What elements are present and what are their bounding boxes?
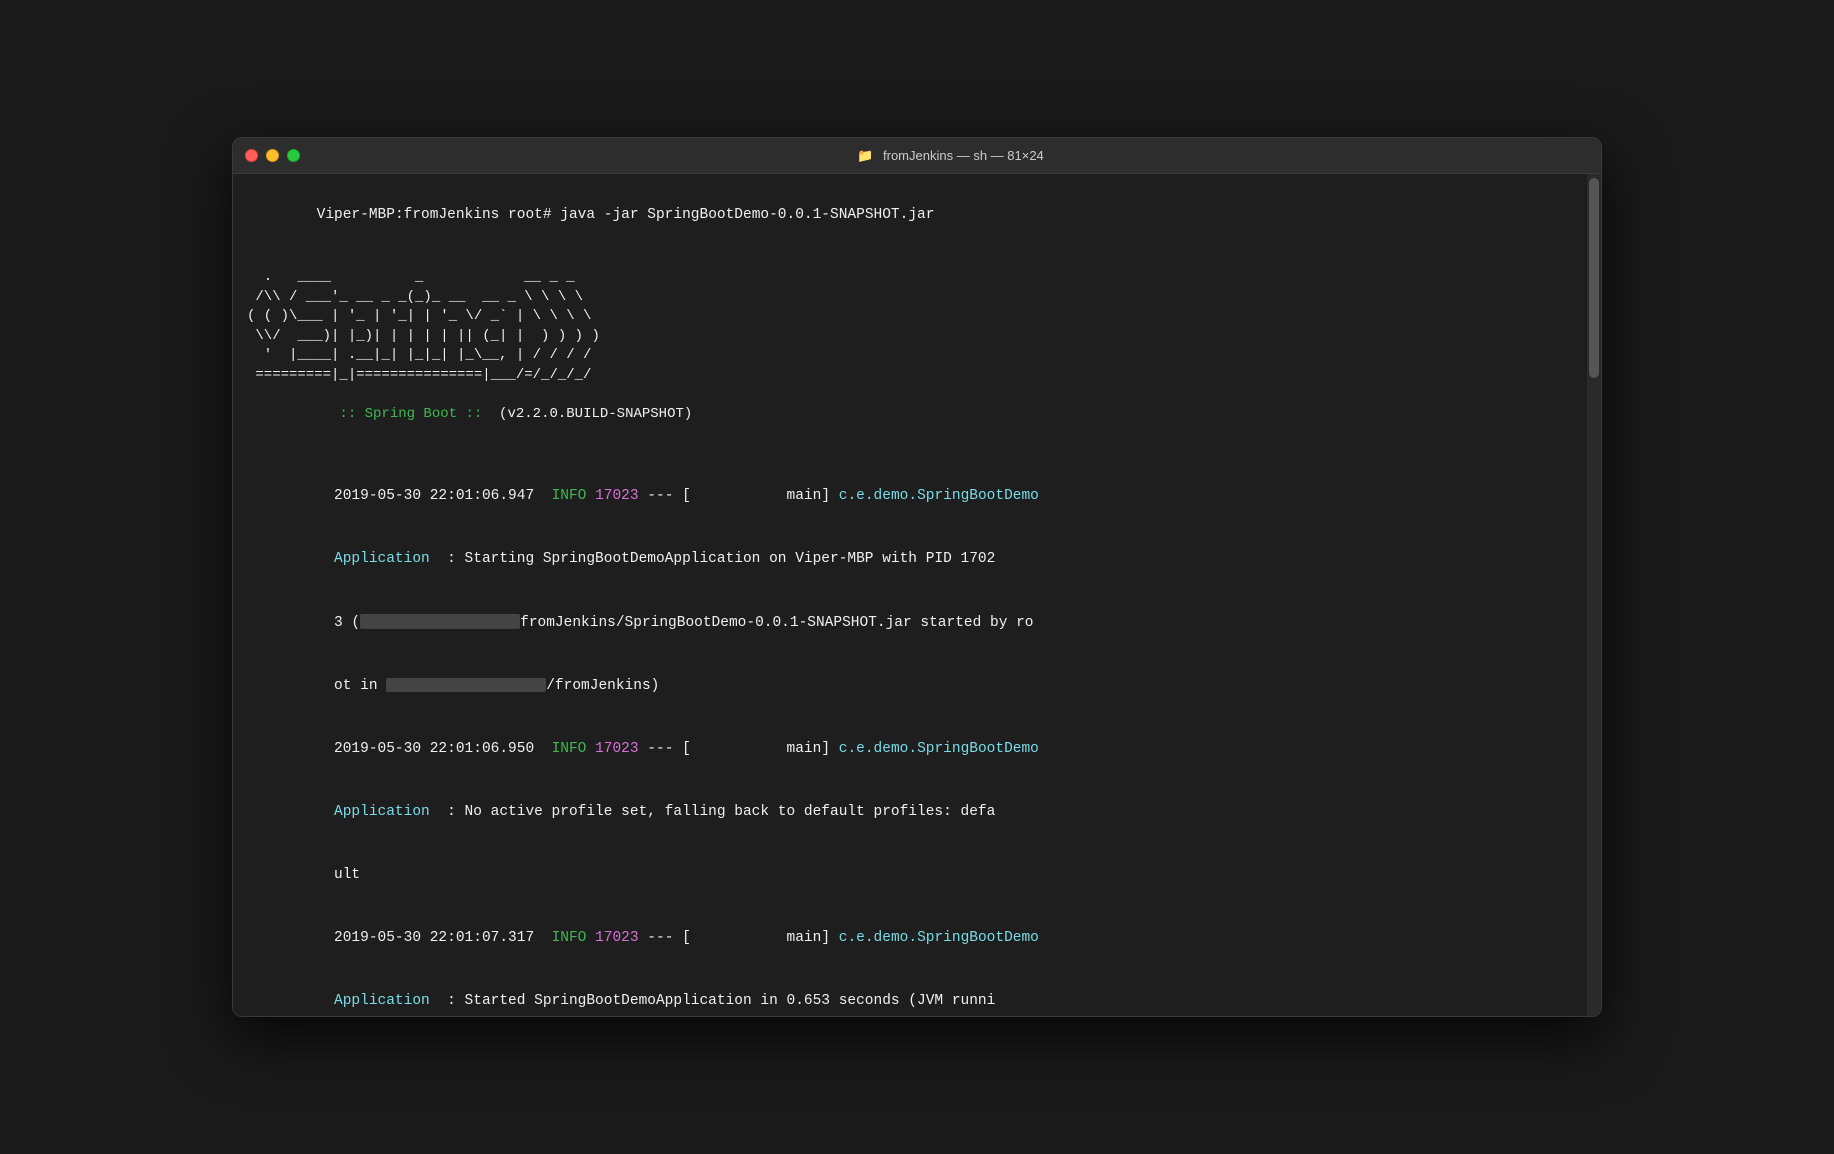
logger-3: c.e.demo.SpringBootDemo — [839, 930, 1039, 946]
pid-2: 17023 — [595, 741, 639, 757]
thread-3: main] — [787, 930, 839, 946]
terminal-content: Viper-MBP:fromJenkins root# java -jar Sp… — [247, 184, 1587, 1016]
sep-2: --- [ — [639, 741, 787, 757]
logger-2: c.e.demo.SpringBootDemo — [839, 741, 1039, 757]
prompt-text: Viper-MBP:fromJenkins root# — [317, 207, 561, 223]
log-entry-1-line1: 2019-05-30 22:01:06.947 INFO 17023 --- [… — [247, 465, 1573, 528]
blurred-path-2 — [386, 678, 546, 693]
banner-line-1: . ____ _ __ _ _ — [247, 268, 1573, 288]
pid-3: 17023 — [595, 930, 639, 946]
logger-1b: Application — [334, 551, 430, 567]
terminal-body[interactable]: Viper-MBP:fromJenkins root# java -jar Sp… — [233, 174, 1601, 1016]
log-entry-2-line2: Application : No active profile set, fal… — [247, 781, 1573, 844]
thread-1: main] — [787, 488, 839, 504]
timestamp-2: 2019-05-30 22:01:06.950 — [334, 741, 552, 757]
msg-1d: ot in — [334, 678, 386, 694]
thread-2: main] — [787, 741, 839, 757]
msg-1e: /fromJenkins) — [546, 678, 659, 694]
sep-3: --- [ — [639, 930, 787, 946]
spring-banner: . ____ _ __ _ _ /\\ / ___'_ __ _ _(_)_ _… — [247, 268, 1573, 444]
minimize-button[interactable] — [266, 149, 279, 162]
title-bar: 📁 fromJenkins — sh — 81×24 — [233, 138, 1601, 174]
logger-1: c.e.demo.SpringBootDemo — [839, 488, 1039, 504]
level-3: INFO — [552, 930, 596, 946]
traffic-lights — [245, 149, 300, 162]
log-entry-2-line3: ult — [247, 844, 1573, 907]
timestamp-1: 2019-05-30 22:01:06.947 — [334, 488, 552, 504]
msg-1b: 3 ( — [334, 615, 360, 631]
command-line: Viper-MBP:fromJenkins root# java -jar Sp… — [247, 184, 1573, 247]
msg-1c: fromJenkins/SpringBootDemo-0.0.1-SNAPSHO… — [520, 615, 1033, 631]
blank-line-1 — [247, 247, 1573, 268]
log-entry-3-line2: Application : Started SpringBootDemoAppl… — [247, 970, 1573, 1016]
pid-1: 17023 — [595, 488, 639, 504]
level-2: INFO — [552, 741, 596, 757]
log-entry-1-line2: Application : Starting SpringBootDemoApp… — [247, 528, 1573, 591]
log-entry-2-line1: 2019-05-30 22:01:06.950 INFO 17023 --- [… — [247, 718, 1573, 781]
banner-line-6: =========|_|===============|___/=/_/_/_/ — [247, 366, 1573, 386]
spring-version-line: :: Spring Boot :: (v2.2.0.BUILD-SNAPSHOT… — [247, 386, 1573, 445]
timestamp-3: 2019-05-30 22:01:07.317 — [334, 930, 552, 946]
banner-line-2: /\\ / ___'_ __ _ _(_)_ __ __ _ \ \ \ \ — [247, 288, 1573, 308]
blurred-path-1 — [360, 614, 520, 629]
log-entry-1-line4: ot in /fromJenkins) — [247, 655, 1573, 718]
log-entry-3-line1: 2019-05-30 22:01:07.317 INFO 17023 --- [… — [247, 907, 1573, 970]
msg-2b: ult — [334, 867, 360, 883]
spring-label: :: Spring Boot :: — [331, 406, 491, 422]
msg-3a: : Started SpringBootDemoApplication in 0… — [430, 993, 996, 1009]
log-entry-2: 2019-05-30 22:01:06.950 INFO 17023 --- [… — [247, 718, 1573, 907]
scrollbar-track[interactable] — [1587, 174, 1601, 1016]
close-button[interactable] — [245, 149, 258, 162]
command-text: java -jar SpringBootDemo-0.0.1-SNAPSHOT.… — [560, 207, 934, 223]
log-entry-3: 2019-05-30 22:01:07.317 INFO 17023 --- [… — [247, 907, 1573, 1016]
logger-2b: Application — [334, 804, 430, 820]
logger-3b: Application — [334, 993, 430, 1009]
folder-icon: 📁 — [857, 148, 873, 163]
banner-line-3: ( ( )\___ | '_ | '_| | '_ \/ _` | \ \ \ … — [247, 307, 1573, 327]
banner-line-5: ' |____| .__|_| |_|_| |_\__, | / / / / — [247, 346, 1573, 366]
level-1: INFO — [552, 488, 596, 504]
spring-version: (v2.2.0.BUILD-SNAPSHOT) — [491, 406, 693, 422]
log-entry-1-line3: 3 ( fromJenkins/SpringBootDemo-0.0.1-SNA… — [247, 592, 1573, 655]
scrollbar-thumb[interactable] — [1589, 178, 1599, 378]
msg-2a: : No active profile set, falling back to… — [430, 804, 996, 820]
blank-line-2 — [247, 444, 1573, 465]
terminal-window: 📁 fromJenkins — sh — 81×24 Viper-MBP:fro… — [232, 137, 1602, 1017]
sep-1: --- [ — [639, 488, 787, 504]
maximize-button[interactable] — [287, 149, 300, 162]
log-entry-1: 2019-05-30 22:01:06.947 INFO 17023 --- [… — [247, 465, 1573, 717]
banner-line-4: \\/ ___)| |_)| | | | | || (_| | ) ) ) ) — [247, 327, 1573, 347]
msg-1a: : Starting SpringBootDemoApplication on … — [430, 551, 996, 567]
window-title: 📁 fromJenkins — sh — 81×24 — [312, 148, 1589, 164]
